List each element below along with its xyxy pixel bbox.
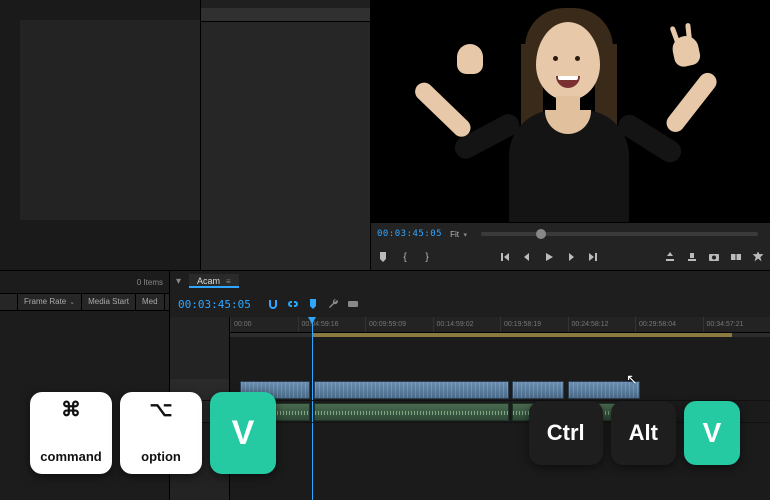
track-header-v1[interactable] <box>170 379 229 401</box>
timeline-toolbar: 00:03:45:05 <box>170 291 770 317</box>
mouse-cursor-icon: ↖ <box>626 371 638 388</box>
sequence-tab-menu-icon[interactable]: ≡ <box>226 277 231 286</box>
track-header-a1[interactable] <box>170 401 229 423</box>
sequence-tab-label: Acam <box>197 276 220 286</box>
sequence-tab[interactable]: Acam ≡ <box>189 274 239 288</box>
timeline-panel: ▾ Acam ≡ 00:03:45:05 00:0000:04:59:1600:… <box>170 270 770 500</box>
add-marker-toolbar[interactable] <box>305 296 321 312</box>
program-monitor-viewport[interactable] <box>371 0 770 222</box>
video-track-1[interactable] <box>230 379 770 401</box>
project-columns-header[interactable]: Frame Rate⌄ Media Start Med <box>0 293 169 311</box>
audio-clip[interactable] <box>314 403 509 421</box>
play-button[interactable] <box>543 251 555 263</box>
project-col-mediastart[interactable]: Media Start <box>82 294 136 310</box>
source-monitor-viewport[interactable] <box>20 20 200 220</box>
step-back-button[interactable] <box>521 251 533 263</box>
timeline-caption-toggle[interactable] <box>345 296 361 312</box>
mark-out-button[interactable]: } <box>421 251 433 263</box>
export-frame-button[interactable] <box>708 251 720 263</box>
video-clip[interactable] <box>314 381 509 399</box>
comparison-view-button[interactable] <box>730 251 742 263</box>
program-scrub-handle[interactable] <box>536 229 546 239</box>
extract-button[interactable] <box>686 251 698 263</box>
track-headers[interactable] <box>170 317 230 500</box>
linked-selection-toggle[interactable] <box>285 296 301 312</box>
chevron-down-icon: ▾ <box>464 232 468 239</box>
work-area-bar[interactable] <box>230 333 770 337</box>
effects-controls-body[interactable] <box>201 22 370 270</box>
ruler-tick: 00:14:59:02 <box>433 317 501 332</box>
audio-clip[interactable] <box>512 403 564 421</box>
ruler-tick: 00:09:59:09 <box>365 317 433 332</box>
zoom-fit-dropdown[interactable]: Fit ▾ <box>450 229 467 239</box>
project-col-med[interactable]: Med <box>136 294 165 310</box>
video-clip[interactable] <box>240 381 310 399</box>
add-marker-button[interactable] <box>377 251 389 263</box>
project-col-framerate[interactable]: Frame Rate⌄ <box>18 294 82 310</box>
project-bin-body[interactable] <box>0 311 169 500</box>
ruler-tick: 00:00 <box>230 317 298 332</box>
timeline-settings-wrench-icon[interactable] <box>325 296 341 312</box>
ruler-tick: 00:34:57:21 <box>703 317 770 332</box>
project-col-icon[interactable] <box>0 294 18 310</box>
program-timecode[interactable]: 00:03:45:05 <box>377 229 442 239</box>
step-forward-button[interactable] <box>565 251 577 263</box>
go-to-in-button[interactable] <box>499 251 511 263</box>
video-frame-content <box>421 2 721 222</box>
timeline-display-settings-icon[interactable]: ▾ <box>176 276 181 287</box>
effects-controls-panel <box>200 0 370 270</box>
ruler-tick: 00:24:58:12 <box>568 317 636 332</box>
go-to-out-button[interactable] <box>587 251 599 263</box>
settings-button[interactable] <box>752 251 764 263</box>
program-scrub-bar[interactable] <box>481 232 758 236</box>
audio-track-1[interactable] <box>230 401 770 423</box>
sort-caret-icon: ⌄ <box>69 299 75 306</box>
mark-in-button[interactable]: { <box>399 251 411 263</box>
snap-toggle[interactable] <box>265 296 281 312</box>
video-clip[interactable] <box>512 381 564 399</box>
program-monitor-controls: 00:03:45:05 Fit ▾ { } <box>371 222 770 270</box>
source-monitor-panel <box>0 0 370 270</box>
zoom-fit-label: Fit <box>450 230 459 239</box>
lift-button[interactable] <box>664 251 676 263</box>
effects-controls-header <box>201 8 370 22</box>
project-item-count: 0 Items <box>137 278 163 287</box>
timeline-timecode[interactable]: 00:03:45:05 <box>178 298 251 311</box>
ruler-tick: 00:19:58:19 <box>500 317 568 332</box>
program-monitor-panel: 00:03:45:05 Fit ▾ { } <box>370 0 770 270</box>
audio-clip[interactable] <box>568 403 640 421</box>
project-panel: 0 Items Frame Rate⌄ Media Start Med <box>0 270 170 500</box>
timeline-track-area[interactable]: 00:0000:04:59:1600:09:59:0900:14:59:0200… <box>230 317 770 500</box>
ruler-tick: 00:29:58:04 <box>635 317 703 332</box>
audio-clip[interactable] <box>240 403 310 421</box>
